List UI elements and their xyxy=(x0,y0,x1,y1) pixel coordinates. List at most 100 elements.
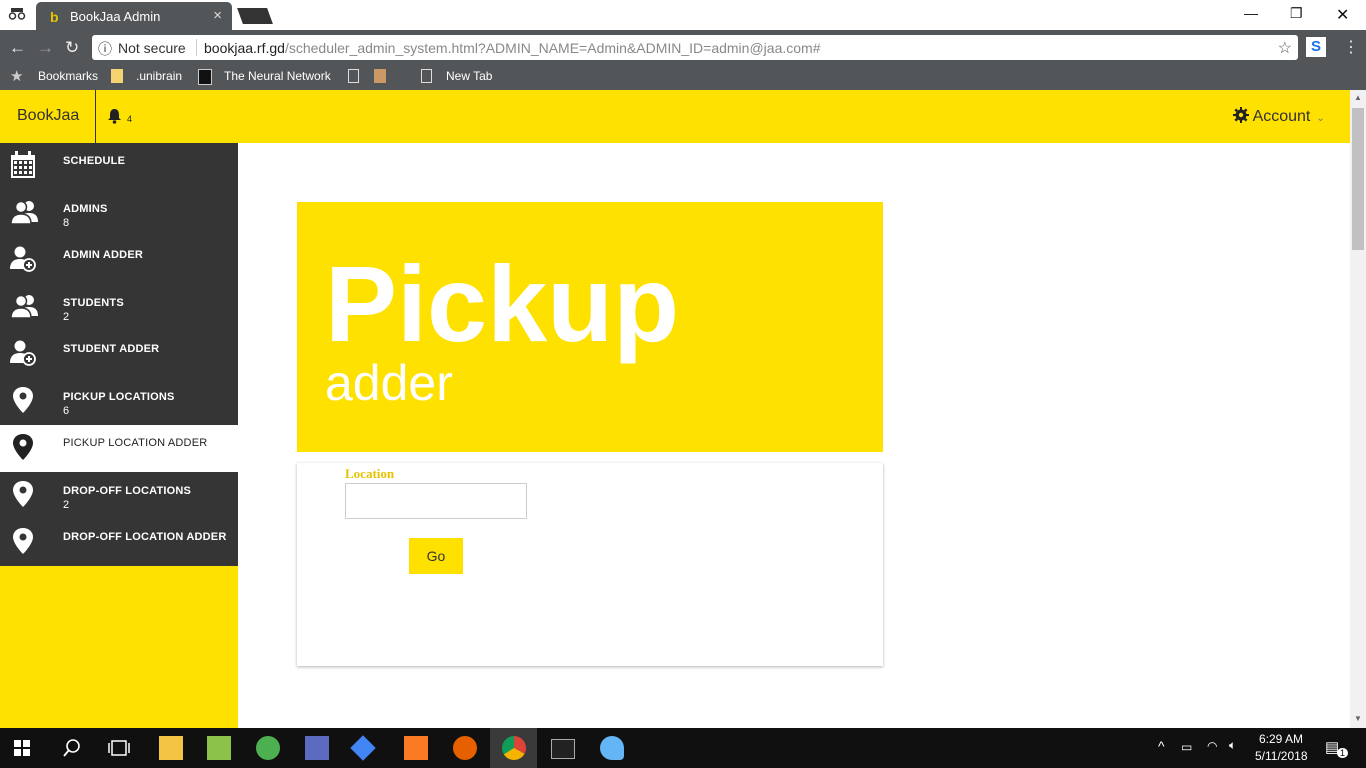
account-menu[interactable]: Account ⌄ xyxy=(1233,107,1325,126)
search-icon[interactable] xyxy=(62,738,86,762)
sidebar-item-drop-off-locations[interactable]: DROP-OFF LOCATIONS 2 xyxy=(0,472,238,519)
address-bar[interactable]: ⓘ Not secure bookjaa.rf.gd/scheduler_adm… xyxy=(92,35,1298,60)
close-window-icon[interactable]: ✕ xyxy=(1336,5,1349,25)
location-pin-icon xyxy=(10,433,36,461)
network-app-icon[interactable] xyxy=(350,735,376,761)
sidebar-item-count: 2 xyxy=(63,311,70,323)
incognito-icon xyxy=(8,7,26,24)
url-host: bookjaa.rf.gd xyxy=(204,40,285,56)
extension-icon[interactable]: S xyxy=(1306,37,1326,57)
app-header: BookJaa 4 Account ⌄ xyxy=(0,90,1350,143)
windows-start-icon[interactable] xyxy=(14,740,30,756)
scrollbar-thumb[interactable] xyxy=(1352,108,1364,250)
sidebar-item-drop-off-location-adder[interactable]: DROP-OFF LOCATION ADDER xyxy=(0,519,238,566)
paint-icon[interactable] xyxy=(600,736,624,760)
bookmark-item-unibrain[interactable]: .unibrain xyxy=(136,69,182,83)
sidebar-item-label: SCHEDULE xyxy=(63,155,126,167)
bookmark-item-new-tab[interactable]: New Tab xyxy=(446,69,492,83)
folder-icon xyxy=(111,69,123,83)
minimize-icon[interactable]: — xyxy=(1244,5,1258,21)
tab-favicon-icon: b xyxy=(50,9,59,25)
page-icon xyxy=(348,69,359,83)
notification-badge: 1 xyxy=(1337,748,1349,758)
pickup-form-card: Location Go xyxy=(297,463,883,666)
tab-close-icon[interactable]: × xyxy=(213,7,222,24)
chrome-icon[interactable] xyxy=(502,736,526,760)
reload-icon[interactable]: ↻ xyxy=(65,38,79,58)
battery-icon[interactable]: ▭ xyxy=(1181,740,1192,754)
sidebar-item-admins[interactable]: ADMINS 8 xyxy=(0,190,238,237)
notification-count: 4 xyxy=(127,114,133,124)
sidebar-item-label: DROP-OFF LOCATIONS xyxy=(63,485,192,497)
clock-time[interactable]: 6:29 AM xyxy=(1259,732,1303,746)
url-path: /scheduler_admin_system.html?ADMIN_NAME=… xyxy=(284,40,821,56)
gear-icon xyxy=(1233,107,1253,125)
sidebar-item-label: ADMINS xyxy=(63,203,108,215)
brand-divider xyxy=(95,90,96,143)
app-icon[interactable] xyxy=(305,736,329,760)
hero-banner: Pickup adder xyxy=(297,202,883,452)
volume-icon[interactable]: 🔈︎ xyxy=(1229,738,1236,753)
main-content: Pickup adder Location Go xyxy=(238,143,1350,728)
user-add-icon xyxy=(10,339,36,367)
sidebar-item-count: 2 xyxy=(63,499,70,511)
users-icon xyxy=(10,292,38,320)
sidebar-item-schedule[interactable]: SCHEDULE xyxy=(0,143,238,190)
sidebar-item-students[interactable]: STUDENTS 2 xyxy=(0,284,238,331)
sidebar-item-pickup-locations[interactable]: PICKUP LOCATIONS 6 xyxy=(0,378,238,425)
firefox-icon[interactable] xyxy=(453,736,477,760)
calendar-icon xyxy=(10,151,36,179)
location-input[interactable] xyxy=(345,483,527,519)
new-tab-button[interactable] xyxy=(237,8,273,24)
bookmark-star-icon[interactable]: ☆ xyxy=(1278,38,1292,58)
wifi-icon[interactable]: ◠ xyxy=(1207,739,1217,753)
restore-icon[interactable]: ❐ xyxy=(1290,5,1303,22)
sidebar-item-pickup-location-adder[interactable]: PICKUP LOCATION ADDER xyxy=(0,425,238,472)
brand-link[interactable]: BookJaa xyxy=(17,107,79,125)
scroll-up-icon[interactable]: ▲ xyxy=(1354,93,1362,102)
xampp-icon[interactable] xyxy=(404,736,428,760)
sidebar-item-count: 8 xyxy=(63,217,70,229)
bookmark-item-bookmarks[interactable]: Bookmarks xyxy=(38,69,98,83)
notepad-plus-icon[interactable] xyxy=(207,736,231,760)
security-label: Not secure xyxy=(118,40,186,56)
sidebar-item-label: DROP-OFF LOCATION ADDER xyxy=(63,531,227,543)
tray-chevron-icon[interactable]: ^ xyxy=(1158,738,1165,754)
go-button[interactable]: Go xyxy=(409,538,463,574)
page-scrollbar[interactable]: ▲ ▼ xyxy=(1350,90,1366,728)
account-label: Account xyxy=(1252,108,1311,125)
forward-icon[interactable]: → xyxy=(37,38,54,58)
clock-date[interactable]: 5/11/2018 xyxy=(1255,749,1308,763)
sidebar: SCHEDULE ADMINS 8 ADMIN ADDER STUDENTS 2 xyxy=(0,143,238,728)
sidebar-item-admin-adder[interactable]: ADMIN ADDER xyxy=(0,237,238,284)
file-explorer-icon[interactable] xyxy=(159,736,183,760)
sidebar-item-label: PICKUP LOCATIONS xyxy=(63,391,175,403)
menu-kebab-icon[interactable]: ⋮ xyxy=(1343,37,1359,57)
utorrent-icon[interactable] xyxy=(256,736,280,760)
page-subtitle: adder xyxy=(325,355,453,411)
info-icon[interactable]: ⓘ xyxy=(98,39,112,59)
chevron-down-icon: ⌄ xyxy=(1316,113,1325,124)
url-text: bookjaa.rf.gd/scheduler_admin_system.htm… xyxy=(204,40,820,56)
sidebar-item-label: ADMIN ADDER xyxy=(63,249,144,261)
neural-network-favicon-icon xyxy=(198,69,212,85)
task-view-icon[interactable] xyxy=(108,738,132,762)
sidebar-nav: SCHEDULE ADMINS 8 ADMIN ADDER STUDENTS 2 xyxy=(0,143,238,566)
back-icon[interactable]: ← xyxy=(9,38,26,58)
windows-taskbar: ^ ▭ ◠ 🔈︎ 6:29 AM 5/11/2018 ▤ 1 xyxy=(0,728,1366,768)
bell-icon[interactable] xyxy=(106,108,123,128)
terminal-icon[interactable] xyxy=(551,739,575,759)
sidebar-item-student-adder[interactable]: STUDENT ADDER xyxy=(0,331,238,378)
user-add-icon xyxy=(10,245,36,273)
bookmarks-star-icon: ★ xyxy=(10,68,24,85)
location-pin-icon xyxy=(10,527,36,555)
tab-title: BookJaa Admin xyxy=(70,9,161,24)
scroll-down-icon[interactable]: ▼ xyxy=(1354,714,1362,723)
sidebar-item-label: STUDENT ADDER xyxy=(63,343,160,355)
location-pin-icon xyxy=(10,480,36,508)
browser-tab[interactable]: b BookJaa Admin × xyxy=(36,2,232,30)
location-pin-icon xyxy=(10,386,36,414)
bookmark-item-neural-network[interactable]: The Neural Network xyxy=(224,69,331,83)
page-title: Pickup xyxy=(325,243,680,364)
page-icon xyxy=(421,69,432,83)
